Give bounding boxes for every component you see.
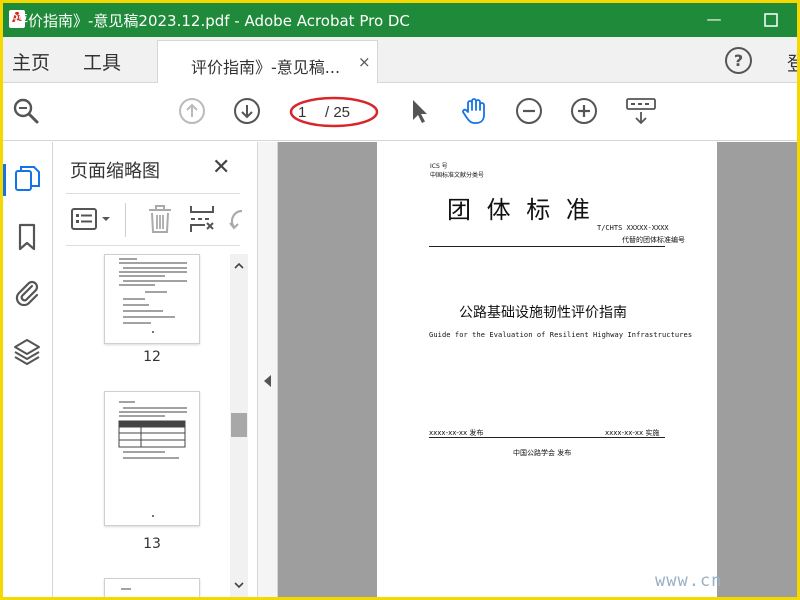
header-rule bbox=[429, 246, 665, 247]
page-thumbnail-preview bbox=[119, 258, 187, 333]
document-tab-close-button[interactable]: × bbox=[358, 53, 371, 71]
footer-rule bbox=[429, 437, 665, 438]
standard-heading: 团 体 标 准 bbox=[447, 196, 594, 224]
thumbnails-panel: 页面缩略图 ✕ 12 13 bbox=[54, 142, 257, 597]
zoom-search-icon[interactable] bbox=[11, 96, 41, 126]
standard-code: T/CHTS XXXXX-XXXX bbox=[597, 224, 669, 232]
login-button[interactable]: 登 bbox=[787, 49, 797, 76]
help-button[interactable]: ? bbox=[725, 47, 752, 74]
page-thumbnail[interactable] bbox=[104, 391, 200, 526]
replaced-standard: 代替的团体标准编号 bbox=[622, 236, 685, 244]
document-tab[interactable]: 评价指南》-意见稿... × bbox=[157, 40, 378, 84]
watermark-text: www.cn bbox=[655, 571, 723, 591]
scroll-down-icon[interactable] bbox=[233, 579, 245, 591]
extract-page-icon[interactable] bbox=[188, 203, 216, 235]
toolbar: / 25 bbox=[3, 83, 797, 141]
maximize-icon bbox=[764, 13, 778, 27]
document-title-cn: 公路基础设施韧性评价指南 bbox=[459, 305, 627, 321]
thumbnail-scrollbar[interactable] bbox=[230, 254, 248, 597]
navigation-rail bbox=[3, 142, 53, 597]
ics-number: ICS 号 bbox=[430, 163, 448, 170]
layers-icon[interactable] bbox=[10, 335, 44, 369]
title-bar: A 评价指南》-意见稿2023.12.pdf - Adobe Acrobat P… bbox=[3, 3, 797, 37]
thumbnail-list: 12 13 bbox=[54, 248, 228, 597]
collapse-arrow-icon[interactable] bbox=[264, 375, 271, 387]
acrobat-window: A 评价指南》-意见稿2023.12.pdf - Adobe Acrobat P… bbox=[3, 3, 797, 597]
window-title: 评价指南》-意见稿2023.12.pdf - Adobe Acrobat Pro… bbox=[13, 12, 410, 30]
attachments-icon[interactable] bbox=[10, 276, 44, 310]
scroll-up-icon[interactable] bbox=[233, 260, 245, 272]
divider bbox=[66, 245, 240, 246]
document-title-en: Guide for the Evaluation of Resilient Hi… bbox=[429, 331, 693, 339]
page-thumbnail-preview bbox=[118, 401, 187, 517]
thumbnail-page-number: 13 bbox=[143, 536, 161, 552]
document-viewer[interactable]: ICS 号 中国标准文献分类号 团 体 标 准 T/CHTS XXXXX-XXX… bbox=[278, 142, 797, 597]
select-pointer-icon[interactable] bbox=[404, 96, 434, 126]
home-menu[interactable]: 主页 bbox=[12, 48, 50, 75]
page-display-icon[interactable] bbox=[624, 96, 658, 126]
tools-menu[interactable]: 工具 bbox=[83, 48, 121, 75]
page-thumbnail[interactable] bbox=[104, 578, 200, 597]
bookmarks-icon[interactable] bbox=[10, 220, 44, 254]
thumbnail-page-number: 12 bbox=[143, 349, 161, 365]
zoom-out-icon[interactable] bbox=[514, 96, 544, 126]
zoom-in-icon[interactable] bbox=[569, 96, 599, 126]
rotate-page-icon[interactable] bbox=[226, 205, 246, 233]
hand-tool-icon[interactable] bbox=[459, 96, 489, 126]
publisher: 中国公路学会 发布 bbox=[513, 449, 572, 457]
delete-page-icon[interactable] bbox=[146, 203, 174, 235]
panel-close-button[interactable]: ✕ bbox=[212, 155, 230, 180]
toolbar-separator bbox=[125, 203, 126, 237]
next-page-icon[interactable] bbox=[232, 96, 262, 126]
page-navigator: / 25 bbox=[289, 96, 379, 128]
document-tab-title: 评价指南》-意见稿... bbox=[191, 58, 341, 77]
document-page: ICS 号 中国标准文献分类号 团 体 标 准 T/CHTS XXXXX-XXX… bbox=[377, 142, 717, 597]
classification-number: 中国标准文献分类号 bbox=[430, 172, 485, 179]
maximize-button[interactable] bbox=[748, 3, 794, 37]
active-indicator bbox=[3, 164, 6, 196]
scrollbar-thumb[interactable] bbox=[231, 413, 247, 437]
menu-bar: 主页 工具 评价指南》-意见稿... × ? 登 bbox=[3, 37, 797, 84]
divider bbox=[66, 193, 240, 194]
red-annotation-ellipse bbox=[289, 96, 379, 128]
minimize-button[interactable]: — bbox=[691, 3, 737, 37]
previous-page-icon[interactable] bbox=[177, 96, 207, 126]
page-thumbnails-icon[interactable] bbox=[10, 162, 44, 196]
page-thumbnail[interactable] bbox=[104, 254, 200, 344]
page-thumbnail-preview bbox=[121, 588, 131, 590]
options-menu-icon[interactable] bbox=[70, 206, 114, 232]
panel-title: 页面缩略图 bbox=[70, 161, 160, 182]
panel-collapse-strip[interactable] bbox=[257, 142, 278, 597]
thumbnail-toolbar bbox=[54, 198, 257, 246]
